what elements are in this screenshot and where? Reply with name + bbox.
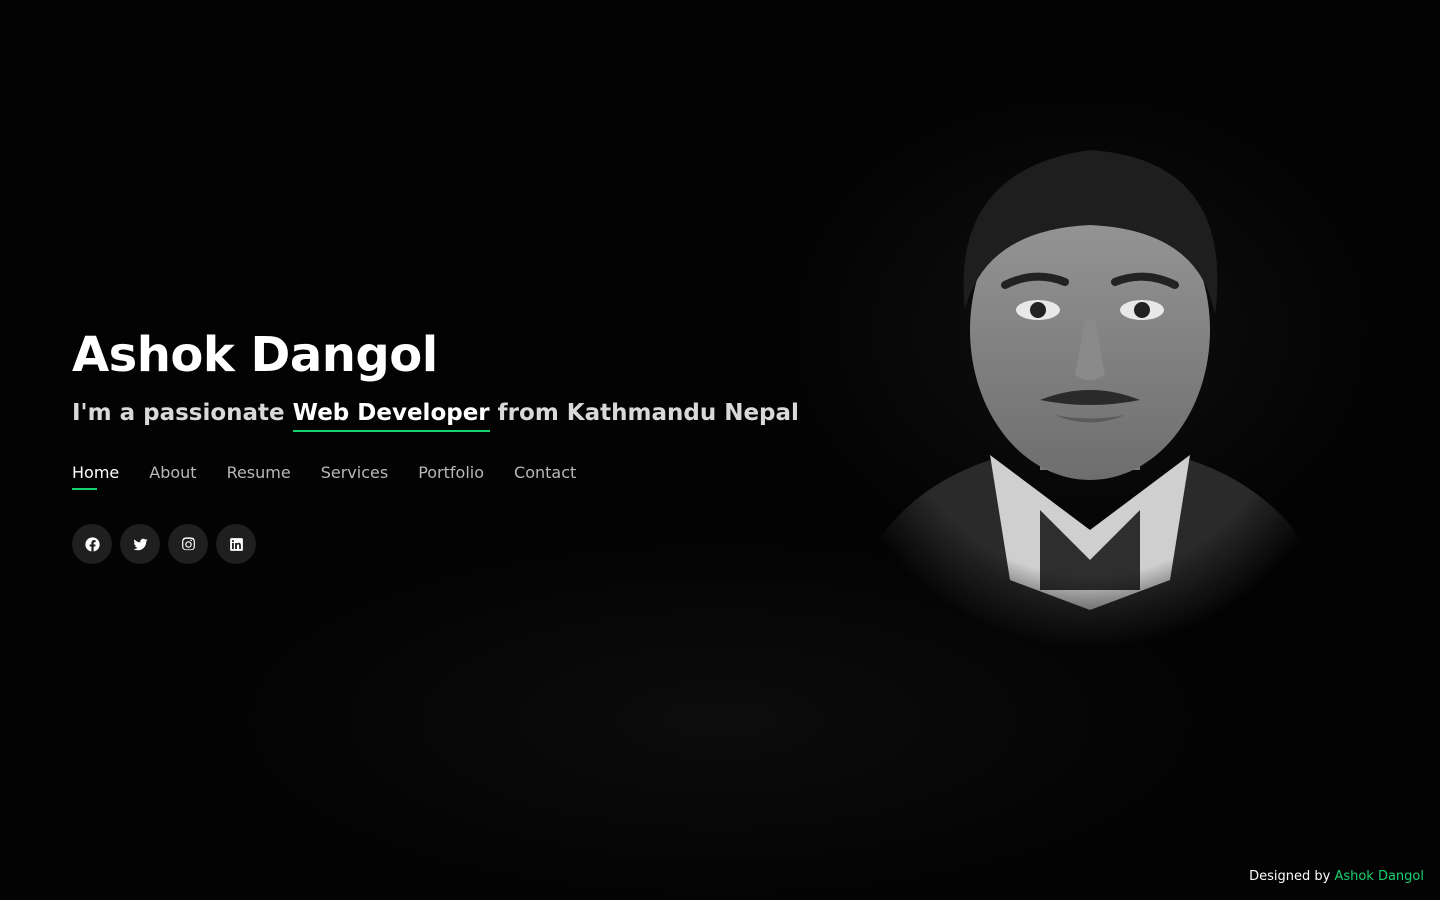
credits: Designed by Ashok Dangol bbox=[1249, 869, 1424, 884]
profile-photo bbox=[860, 150, 1320, 650]
hero-header: Ashok Dangol I'm a passionate Web Develo… bbox=[72, 325, 832, 564]
facebook-icon bbox=[84, 536, 100, 552]
nav-item-services[interactable]: Services bbox=[321, 463, 388, 490]
nav-item-resume[interactable]: Resume bbox=[227, 463, 291, 490]
nav-item-contact[interactable]: Contact bbox=[514, 463, 576, 490]
facebook-link[interactable] bbox=[72, 524, 112, 564]
tagline-prefix: I'm a passionate bbox=[72, 400, 285, 426]
page: Ashok Dangol I'm a passionate Web Develo… bbox=[0, 0, 1440, 900]
tagline-suffix: from Kathmandu Nepal bbox=[497, 400, 799, 426]
instagram-link[interactable] bbox=[168, 524, 208, 564]
credits-author-link[interactable]: Ashok Dangol bbox=[1334, 869, 1424, 884]
twitter-link[interactable] bbox=[120, 524, 160, 564]
nav-item-about[interactable]: About bbox=[149, 463, 196, 490]
page-title: Ashok Dangol bbox=[72, 327, 438, 383]
main-nav: Home About Resume Services Portfolio Con… bbox=[72, 463, 832, 490]
tagline: I'm a passionate Web Developer from Kath… bbox=[72, 397, 832, 432]
nav-item-portfolio[interactable]: Portfolio bbox=[418, 463, 484, 490]
credits-prefix: Designed by bbox=[1249, 869, 1331, 884]
linkedin-link[interactable] bbox=[216, 524, 256, 564]
linkedin-icon bbox=[229, 537, 243, 551]
nav-item-home[interactable]: Home bbox=[72, 463, 119, 490]
social-links bbox=[72, 524, 832, 564]
tagline-role: Web Developer bbox=[292, 400, 490, 432]
twitter-icon bbox=[132, 538, 148, 550]
instagram-icon bbox=[181, 536, 195, 550]
